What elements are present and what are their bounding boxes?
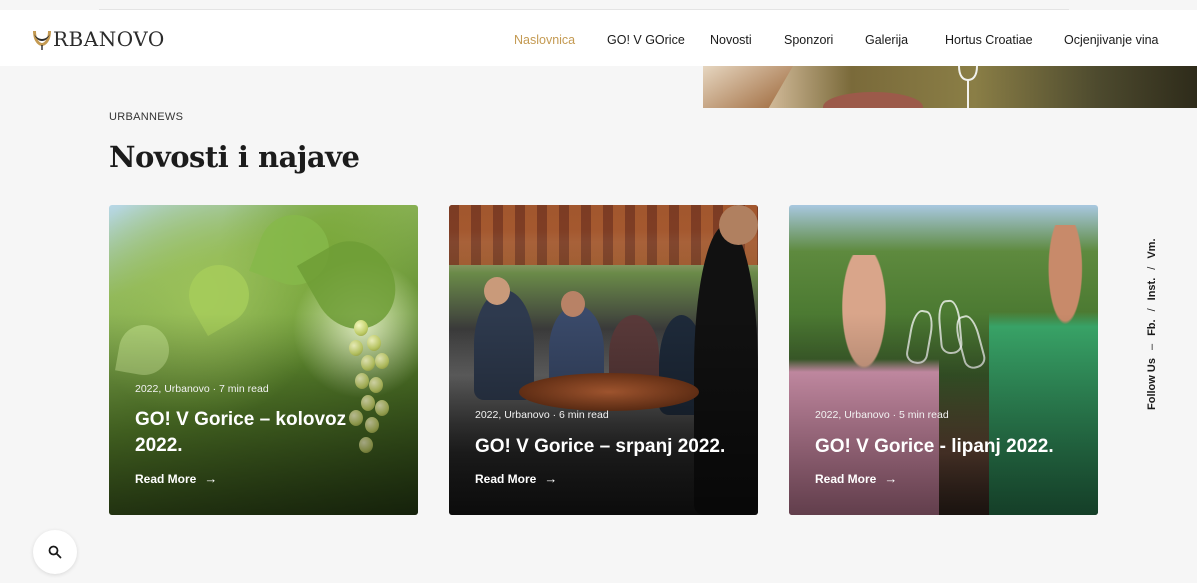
- arrow-right-icon: →: [544, 471, 558, 486]
- social-dash: –: [1146, 343, 1158, 351]
- social-separator: /: [1146, 266, 1158, 270]
- read-more-label: Read More: [475, 471, 537, 486]
- nav-item-naslovnica[interactable]: Naslovnica: [514, 32, 575, 48]
- read-more-link[interactable]: Read More →: [135, 471, 217, 486]
- card-title[interactable]: GO! V Gorice – kolovoz 2022.: [135, 407, 397, 459]
- card-meta: 2022, Urbanovo · 7 min read: [135, 383, 269, 395]
- nav-item-ocjenjivanje-vina[interactable]: Ocjenjivanje vina: [1064, 32, 1159, 48]
- nav-item-go-v-gorice[interactable]: GO! V GOrice: [607, 32, 685, 48]
- nav-item-sponzori[interactable]: Sponzori: [784, 32, 833, 48]
- hero-image-strip: [703, 66, 1197, 108]
- read-more-label: Read More: [815, 471, 877, 486]
- news-card-srpanj[interactable]: 2022, Urbanovo · 6 min read GO! V Gorice…: [449, 205, 758, 515]
- section-eyebrow: URBANNEWS: [109, 111, 184, 123]
- search-icon: [48, 545, 62, 559]
- news-card-kolovoz[interactable]: 2022, Urbanovo · 7 min read GO! V Gorice…: [109, 205, 418, 515]
- follow-us-label: Follow Us: [1146, 358, 1158, 410]
- main-nav: Naslovnica GO! V GOrice Novosti Sponzori…: [0, 32, 1197, 48]
- news-card-lipanj[interactable]: 2022, Urbanovo · 5 min read GO! V Gorice…: [789, 205, 1098, 515]
- nav-item-galerija[interactable]: Galerija: [865, 32, 908, 48]
- read-more-label: Read More: [135, 471, 197, 486]
- follow-us-social: Follow Us – Fb. / Inst. / Vm.: [1146, 238, 1158, 410]
- card-title[interactable]: GO! V Gorice – srpanj 2022.: [475, 434, 737, 460]
- search-button[interactable]: [33, 530, 77, 574]
- read-more-link[interactable]: Read More →: [475, 471, 557, 486]
- site-header: RBANOVO Naslovnica GO! V GOrice Novosti …: [0, 10, 1197, 66]
- social-link-instagram[interactable]: Inst.: [1146, 278, 1158, 301]
- nav-item-novosti[interactable]: Novosti: [710, 32, 752, 48]
- section-title: Novosti i najave: [109, 140, 360, 174]
- read-more-link[interactable]: Read More →: [815, 471, 897, 486]
- arrow-right-icon: →: [884, 471, 898, 486]
- arrow-right-icon: →: [204, 471, 218, 486]
- social-link-facebook[interactable]: Fb.: [1146, 319, 1158, 336]
- nav-item-hortus-croatiae[interactable]: Hortus Croatiae: [945, 32, 1033, 48]
- card-meta: 2022, Urbanovo · 6 min read: [475, 409, 609, 421]
- social-separator: /: [1146, 308, 1158, 312]
- card-meta: 2022, Urbanovo · 5 min read: [815, 409, 949, 421]
- social-link-vimeo[interactable]: Vm.: [1146, 238, 1158, 258]
- wine-glass-photo-detail: [958, 66, 978, 108]
- card-title[interactable]: GO! V Gorice - lipanj 2022.: [815, 434, 1077, 460]
